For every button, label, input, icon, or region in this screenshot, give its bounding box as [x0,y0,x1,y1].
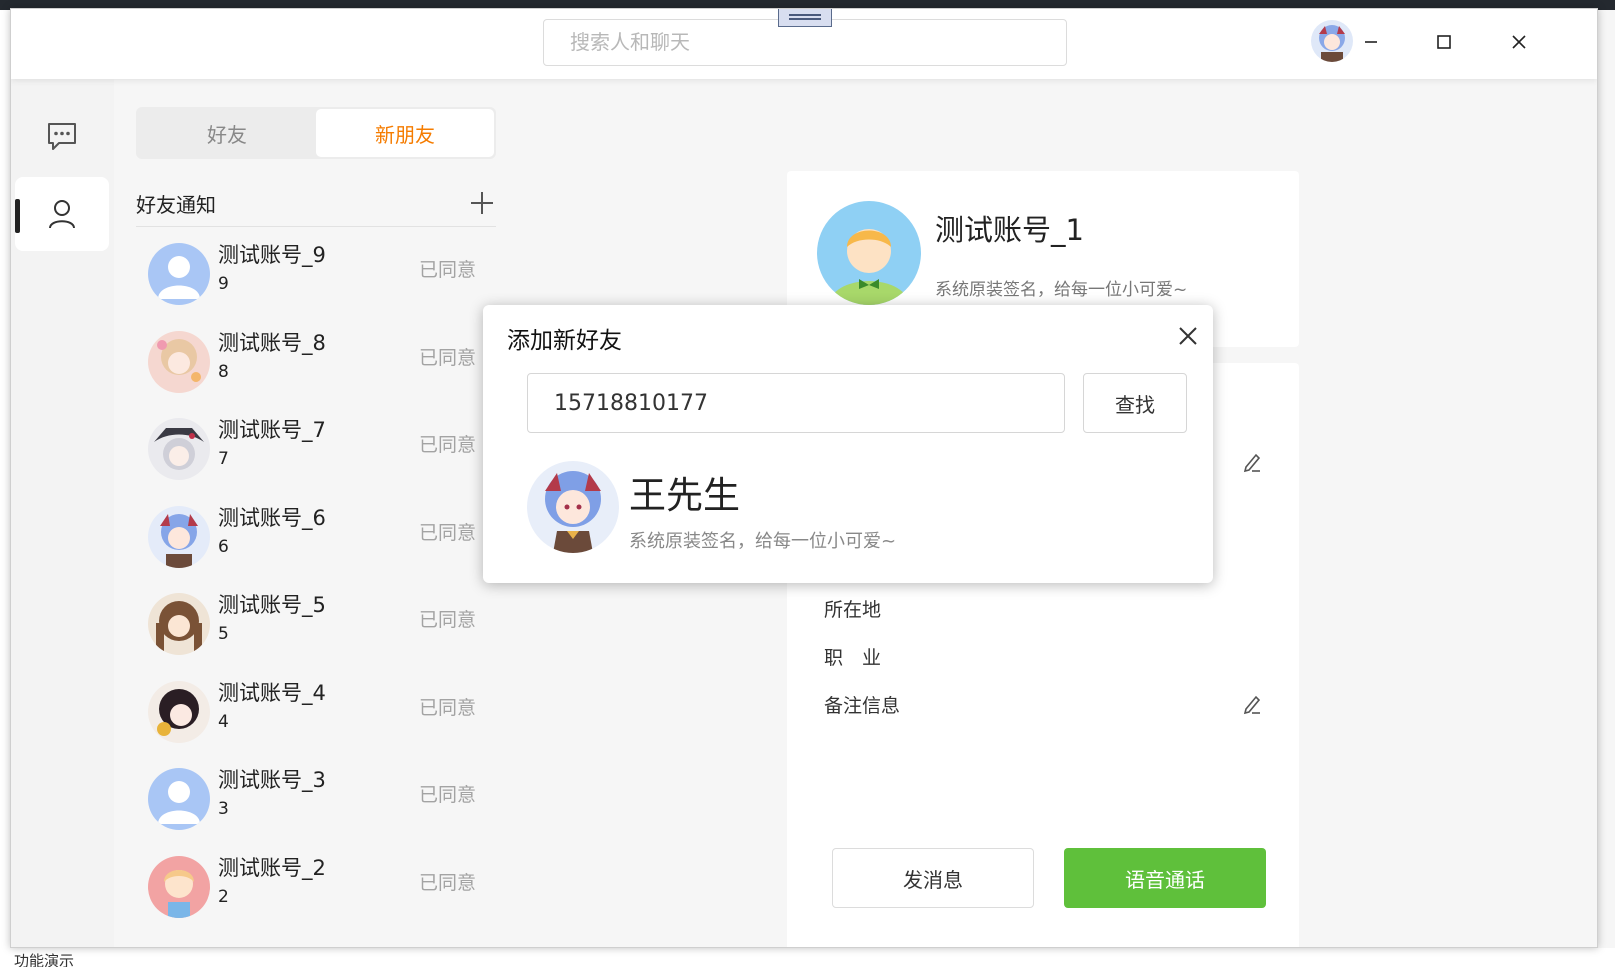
friend-name: 测试账号_9 [218,243,326,267]
send-message-button[interactable]: 发消息 [832,848,1034,908]
add-friend-dialog: 添加新好友 查找 王先生 系统原装签名，给每一位小可爱~ [483,305,1213,583]
friend-request-row[interactable]: 测试账号_3 3 已同意 [136,754,496,842]
friend-account: 8 [218,361,229,382]
nav-active-indicator [15,199,20,233]
user-avatar[interactable] [1311,20,1353,62]
profile-signature: 系统原装签名，给每一位小可爱~ [935,280,1188,300]
friend-name: 测试账号_7 [218,418,326,442]
request-status: 已同意 [419,609,477,631]
request-status: 已同意 [419,434,477,456]
close-window-button[interactable] [1504,27,1534,57]
friend-account: 7 [218,449,229,469]
account-search-input[interactable] [527,373,1065,433]
close-icon [1179,327,1197,345]
friend-name: 测试账号_5 [218,593,326,617]
friend-avatar [148,855,210,918]
minimize-button[interactable] [1356,27,1386,57]
result-avatar[interactable] [527,461,619,553]
friend-avatar [148,418,210,480]
request-status: 已同意 [419,784,477,806]
friend-request-row[interactable]: 测试账号_9 9 已同意 [136,229,496,317]
friend-account: 9 [218,274,229,294]
friend-account: 3 [218,799,229,819]
friend-request-row[interactable]: 测试账号_5 5 已同意 [136,579,496,667]
friend-request-row[interactable]: 测试账号_2 2 已同意 [136,842,496,930]
dialog-title: 添加新好友 [507,328,622,354]
drag-handle[interactable] [778,9,832,27]
friend-request-row[interactable]: 测试账号_4 4 已同意 [136,667,496,755]
request-status: 已同意 [419,521,477,544]
field-location: 所在地 [824,599,882,621]
app-window: 好友 新朋友 好友通知 测试账号_99已同意测试账号_88已同意测试账号_77已… [10,8,1598,948]
request-status: 已同意 [419,696,477,719]
tab-friends[interactable]: 好友 [138,109,316,157]
field-occupation: 职 业 [824,647,882,669]
friend-avatar [148,593,210,655]
background-bottom-text: 功能演示 [14,952,75,967]
result-signature: 系统原装签名，给每一位小可爱~ [629,531,897,552]
friend-avatar [148,505,210,568]
request-status: 已同意 [419,259,477,281]
background-bottom-strip [0,948,1615,967]
friend-request-row[interactable]: 测试账号_6 6 已同意 [136,492,496,580]
friend-name: 测试账号_6 [218,505,326,530]
friend-avatar [148,680,210,743]
friend-name: 测试账号_3 [218,768,326,792]
section-title: 好友通知 [136,193,216,217]
friends-panel: 好友 新朋友 好友通知 测试账号_9 9 已同意 测试账号_8 8 已同意 测试账号_7 7 已… [114,79,514,947]
friend-account: 4 [218,711,229,732]
contacts-icon [49,200,75,229]
edit-remark-icon[interactable] [1241,693,1263,715]
tab-bar: 好友 新朋友 [136,107,496,159]
find-button[interactable]: 查找 [1083,373,1187,433]
notification-header: 好友通知 [136,181,496,227]
tab-new-friends[interactable]: 新朋友 [316,109,494,157]
plus-icon [471,192,493,214]
add-friend-button[interactable] [468,189,496,217]
background-right-strip [1598,10,1615,967]
friend-request-row[interactable]: 测试账号_8 8 已同意 [136,317,496,405]
voice-call-button[interactable]: 语音通话 [1064,848,1266,908]
friend-request-row[interactable]: 测试账号_7 7 已同意 [136,404,496,492]
friend-account: 6 [218,536,229,557]
nav-chat[interactable] [15,99,109,173]
friend-name: 测试账号_4 [218,680,326,705]
title-bar [11,9,1597,79]
left-nav [11,79,114,947]
maximize-button[interactable] [1429,27,1459,57]
request-status: 已同意 [419,346,477,369]
friend-name: 测试账号_8 [218,330,326,355]
profile-avatar [817,201,921,305]
edit-icon[interactable] [1241,451,1263,473]
friend-account: 2 [218,886,229,907]
field-remark: 备注信息 [824,695,901,717]
friend-account: 5 [218,624,229,644]
request-status: 已同意 [419,871,477,894]
friend-name: 测试账号_2 [218,855,326,880]
friend-avatar [148,768,210,830]
friend-avatar [148,243,210,305]
friend-avatar [148,330,210,393]
dialog-close-button[interactable] [1173,321,1203,351]
chat-icon [48,123,76,150]
result-name[interactable]: 王先生 [629,465,740,519]
profile-name: 测试账号_1 [935,213,1084,247]
nav-contacts[interactable] [15,177,109,251]
